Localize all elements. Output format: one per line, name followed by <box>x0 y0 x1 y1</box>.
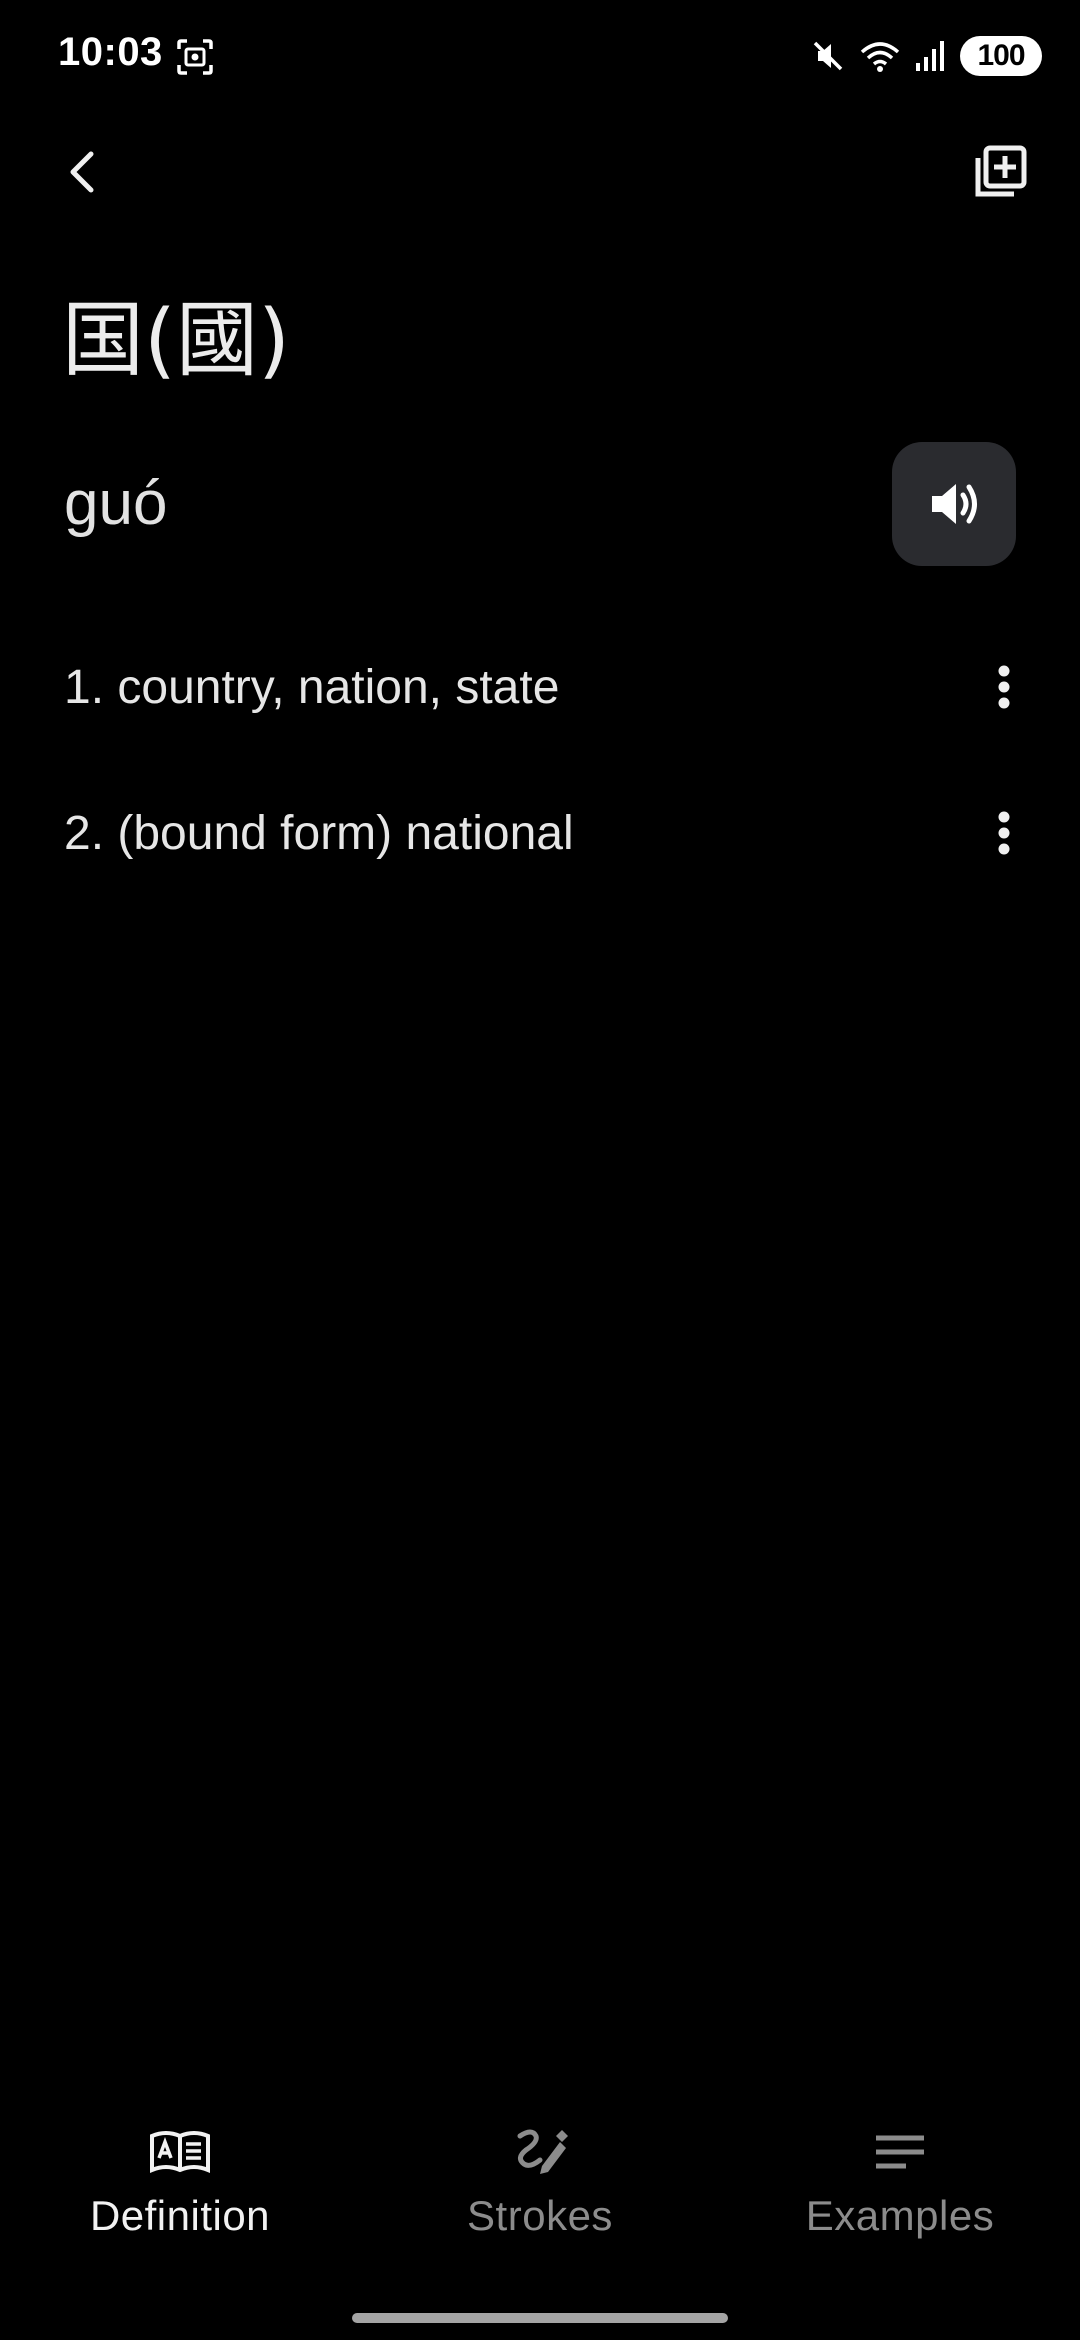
more-vert-icon <box>998 665 1010 709</box>
add-to-library-button[interactable] <box>960 132 1040 212</box>
nav-label-strokes: Strokes <box>467 2192 613 2239</box>
pronunciation-audio-button[interactable] <box>892 442 1016 566</box>
nav-tab-strokes[interactable]: Strokes <box>360 2120 720 2260</box>
mute-icon <box>810 38 846 74</box>
screenshot-icon <box>176 38 214 76</box>
home-indicator[interactable] <box>352 2313 728 2323</box>
status-time: 10:03 <box>58 30 163 74</box>
definition-item: 1. country, nation, state <box>0 614 1080 760</box>
lines-icon <box>868 2120 932 2184</box>
definition-list: 1. country, nation, state 2. (bound form… <box>0 614 1080 906</box>
back-button[interactable] <box>44 132 124 212</box>
definition-item: 2. (bound form) national <box>0 760 1080 906</box>
pinyin: guó <box>64 469 168 538</box>
nav-label-definition: Definition <box>89 2192 271 2239</box>
more-vert-icon <box>998 811 1010 855</box>
definition-text: 1. country, nation, state <box>64 660 560 714</box>
brush-icon <box>508 2120 572 2184</box>
nav-label-examples: Examples <box>805 2192 995 2239</box>
signal-icon <box>914 39 946 73</box>
nav-tab-definition[interactable]: Definition <box>0 2120 360 2260</box>
battery-icon: 100 <box>960 36 1042 76</box>
status-bar: 10:03 100 <box>0 0 1080 112</box>
chevron-left-icon <box>70 151 94 193</box>
definition-more-button[interactable] <box>964 793 1044 873</box>
wifi-icon <box>860 38 900 74</box>
definition-more-button[interactable] <box>964 647 1044 727</box>
nav-tab-examples[interactable]: Examples <box>720 2120 1080 2260</box>
status-icons: 100 <box>810 32 1042 80</box>
definition-text: 2. (bound form) national <box>64 806 574 860</box>
headword: 国(國) <box>62 293 290 388</box>
speaker-icon <box>932 484 977 524</box>
book-icon <box>148 2120 212 2184</box>
bottom-navigation: Definition Strokes Examples <box>0 2120 1080 2260</box>
add-to-library-icon <box>975 145 1027 197</box>
